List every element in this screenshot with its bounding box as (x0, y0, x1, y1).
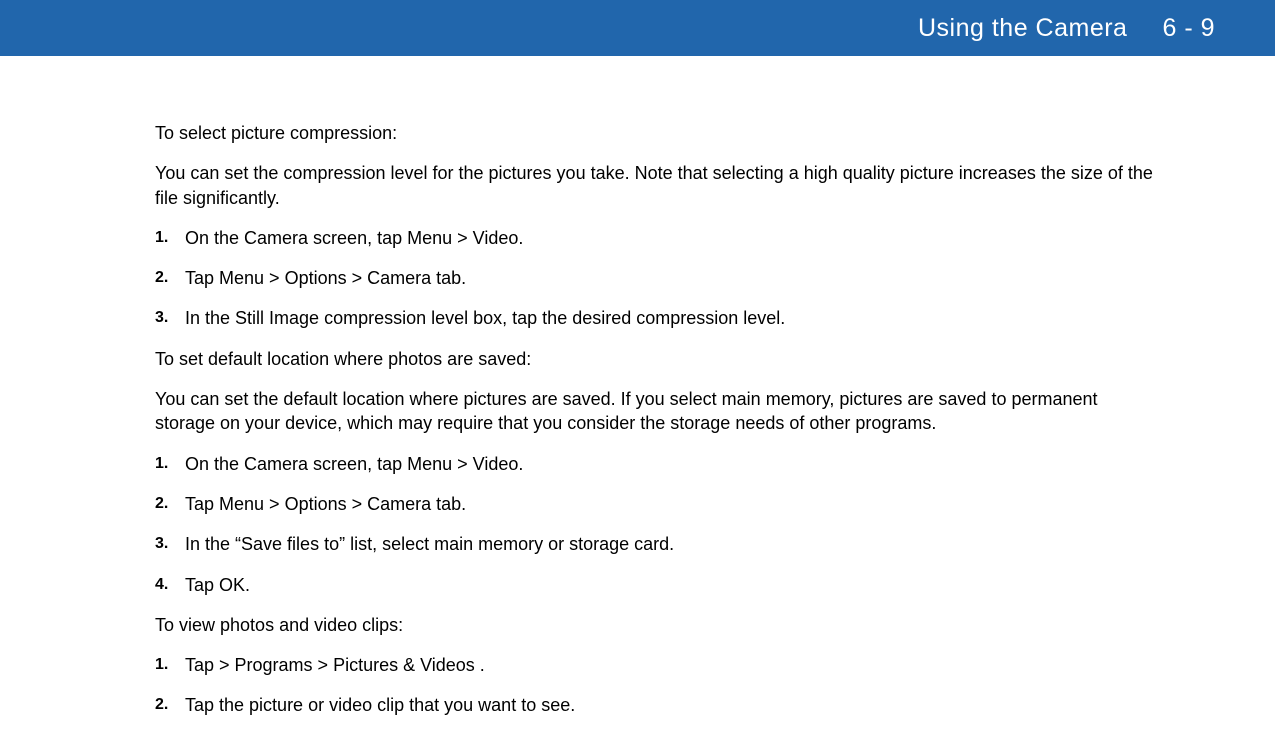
list-item: 1. On the Camera screen, tap Menu > Vide… (155, 452, 1160, 476)
list-number: 2. (155, 693, 185, 717)
list-number: 2. (155, 266, 185, 290)
list-item: 1. Tap > Programs > Pictures & Videos . (155, 653, 1160, 677)
list-item: 2. Tap the picture or video clip that yo… (155, 693, 1160, 717)
list-text: On the Camera screen, tap Menu > Video. (185, 226, 1160, 250)
list-number: 1. (155, 452, 185, 476)
list-item: 2. Tap Menu > Options > Camera tab. (155, 492, 1160, 516)
section-description: You can set the compression level for th… (155, 161, 1160, 210)
steps-list: 1. On the Camera screen, tap Menu > Vide… (155, 226, 1160, 331)
list-text: On the Camera screen, tap Menu > Video. (185, 452, 1160, 476)
steps-list: 1. Tap > Programs > Pictures & Videos . … (155, 653, 1160, 718)
section-intro: To select picture compression: (155, 121, 1160, 145)
list-number: 2. (155, 492, 185, 516)
list-number: 1. (155, 226, 185, 250)
section-intro: To view photos and video clips: (155, 613, 1160, 637)
header-page-number: 6 - 9 (1162, 14, 1215, 43)
list-text: Tap Menu > Options > Camera tab. (185, 492, 1160, 516)
list-number: 1. (155, 653, 185, 677)
list-text: In the Still Image compression level box… (185, 306, 1160, 330)
list-text: Tap > Programs > Pictures & Videos . (185, 653, 1160, 677)
steps-list: 1. On the Camera screen, tap Menu > Vide… (155, 452, 1160, 597)
list-item: 1. On the Camera screen, tap Menu > Vide… (155, 226, 1160, 250)
list-number: 4. (155, 573, 185, 597)
header-title: Using the Camera (918, 14, 1127, 43)
list-text: Tap OK. (185, 573, 1160, 597)
list-item: 3. In the “Save files to” list, select m… (155, 532, 1160, 556)
list-item: 3. In the Still Image compression level … (155, 306, 1160, 330)
list-number: 3. (155, 532, 185, 556)
section-intro: To set default location where photos are… (155, 347, 1160, 371)
list-item: 2. Tap Menu > Options > Camera tab. (155, 266, 1160, 290)
page-header: Using the Camera 6 - 9 (0, 0, 1275, 56)
section-description: You can set the default location where p… (155, 387, 1160, 436)
list-item: 4. Tap OK. (155, 573, 1160, 597)
list-text: Tap the picture or video clip that you w… (185, 693, 1160, 717)
list-text: Tap Menu > Options > Camera tab. (185, 266, 1160, 290)
list-number: 3. (155, 306, 185, 330)
page-content: To select picture compression: You can s… (0, 56, 1275, 718)
list-text: In the “Save files to” list, select main… (185, 532, 1160, 556)
